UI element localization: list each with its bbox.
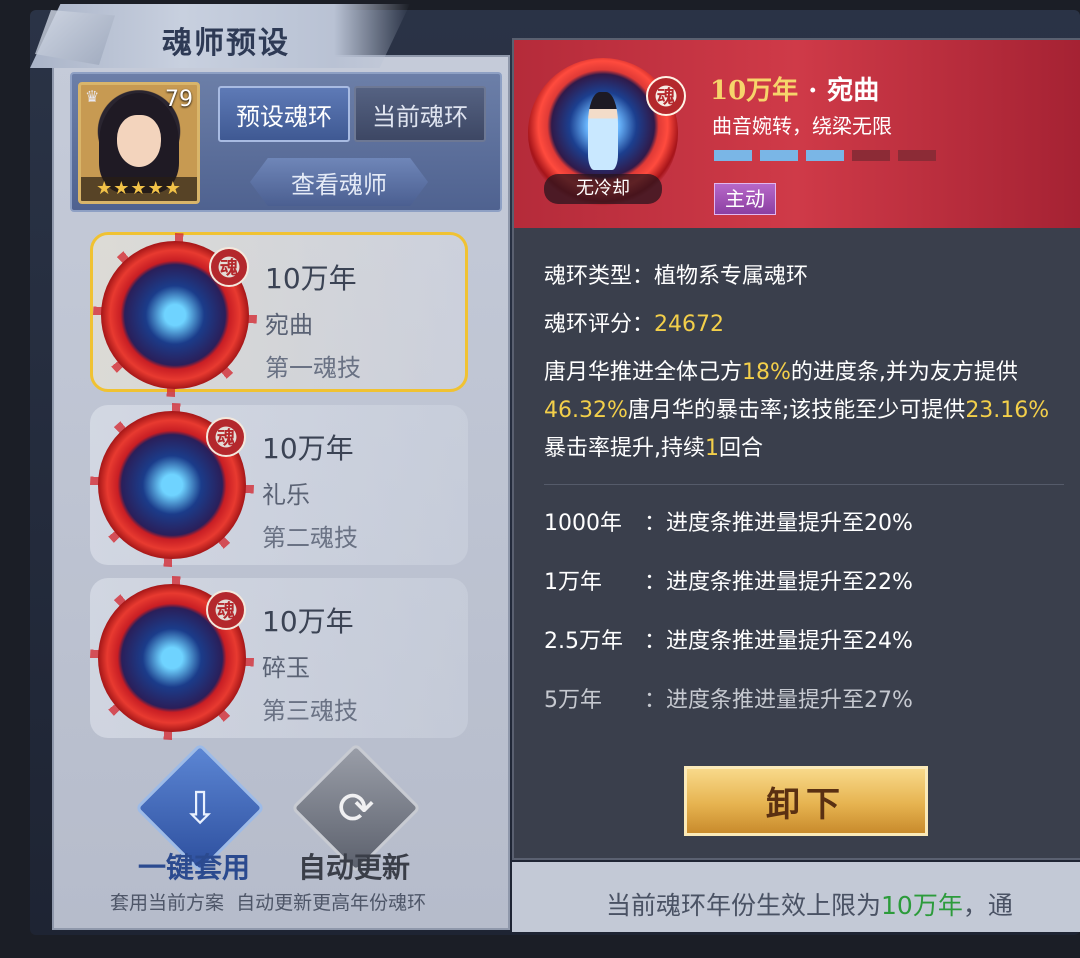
soul-badge-icon: 魂: [209, 247, 249, 287]
ring-year: 10万年: [262, 605, 354, 638]
cooldown-label: 无冷却: [544, 174, 662, 204]
ring-text: 10万年 礼乐 第二魂技: [262, 427, 358, 553]
detail-title: 10万年 · 宛曲: [710, 70, 879, 107]
upgrade-row: 2.5万年 ：进度条推进量提升至24%: [544, 623, 1064, 655]
level-bar-filled: [760, 150, 798, 161]
level-bar-empty: [898, 150, 936, 161]
level-bars: [714, 150, 936, 161]
skill-effect-text: 唐月华推进全体己方18%的进度条,并为友方提供 46.32%唐月华的暴击率;该技能…: [544, 354, 1064, 468]
refresh-hint: 自动更新更高年份魂环: [236, 892, 427, 914]
effect-part-1: 唐月华推进全体己方: [544, 360, 743, 385]
action-hints: 套用当前方案 自动更新更高年份魂环: [110, 888, 530, 915]
divider: [544, 484, 1064, 485]
ring-slot-1[interactable]: 魂 10万年 宛曲 第一魂技: [90, 232, 468, 397]
effect-value-2: 46.32%: [544, 398, 628, 423]
active-skill-tag: 主动: [714, 183, 776, 215]
view-hero-button[interactable]: 查看魂师: [250, 158, 428, 206]
upgrade-year: 1万年: [544, 570, 602, 595]
download-icon: ⇩: [181, 782, 219, 834]
upgrade-row: 1000年 ：进度条推进量提升至20%: [544, 505, 1064, 537]
effect-part-3: 唐月华的暴击率;该技能至少可提供: [627, 398, 966, 423]
ring-skill-slot: 第二魂技: [262, 524, 358, 552]
effect-part-2: 的进度条,并为友方提供: [790, 360, 1018, 385]
upgrade-row: 1万年 ：进度条推进量提升至22%: [544, 564, 1064, 596]
upgrade-year: 2.5万年: [544, 629, 623, 654]
ring-name: 碎玉: [262, 654, 310, 682]
ring-score-row: 魂环评分：24672: [544, 306, 1064, 338]
ring-score-value: 24672: [654, 312, 725, 337]
ring-score-label: 魂环评分：: [544, 312, 655, 337]
refresh-icon: ⟳: [337, 782, 375, 834]
ring-year: 10万年: [265, 262, 357, 295]
scroll-fade: [514, 734, 1080, 754]
upgrade-text: ：进度条推进量提升至22%: [644, 570, 913, 595]
ring-type-value: 植物系专属魂环: [654, 264, 809, 289]
avatar-face: [117, 115, 161, 167]
hero-avatar[interactable]: ♛ 79 ★★★★★: [78, 82, 200, 204]
ring-detail-panel: 魂 无冷却 10万年 · 宛曲 曲音婉转，绕梁无限 主动 魂环类型：植物系专属魂环 …: [512, 38, 1080, 860]
footer-prefix: 当前魂环年份生效上限为: [606, 891, 882, 920]
effect-part-5: 回合: [719, 436, 764, 461]
ring-type-label: 魂环类型：: [544, 264, 655, 289]
ring-year: 10万年: [262, 432, 354, 465]
detail-subtitle: 曲音婉转，绕梁无限: [712, 114, 892, 138]
crown-icon: ♛: [85, 87, 100, 106]
hero-stars: ★★★★★: [81, 177, 197, 201]
title-separator: ·: [808, 76, 818, 106]
level-bar-filled: [806, 150, 844, 161]
ring-skill-slot: 第三魂技: [262, 697, 358, 725]
apply-hint: 套用当前方案: [110, 892, 225, 914]
upgrade-text: ：进度条推进量提升至27%: [644, 688, 913, 713]
panel-title: 魂师预设: [162, 26, 290, 61]
auto-update-label[interactable]: 自动更新: [298, 846, 410, 886]
unload-button[interactable]: 卸下: [684, 766, 928, 836]
upgrade-text: ：进度条推进量提升至20%: [644, 511, 913, 536]
detail-name: 宛曲: [827, 76, 880, 106]
tab-preset-rings[interactable]: 预设魂环: [218, 86, 350, 142]
level-bar-filled: [714, 150, 752, 161]
tab-current-rings[interactable]: 当前魂环: [354, 86, 486, 142]
upgrade-text: ：进度条推进量提升至24%: [644, 629, 913, 654]
soul-badge-icon: 魂: [646, 76, 686, 116]
bottom-actions: ⇩ ⟳ 一键套用 自动更新 套用当前方案 自动更新更高年份魂环: [110, 742, 510, 923]
ring-text: 10万年 碎玉 第三魂技: [262, 600, 358, 726]
character-figure-icon: [588, 92, 618, 170]
hero-level: 79: [165, 87, 193, 112]
detail-header: 魂 无冷却 10万年 · 宛曲 曲音婉转，绕梁无限 主动: [514, 40, 1080, 228]
footer-highlight: 10万年: [881, 891, 963, 920]
soul-badge-icon: 魂: [206, 417, 246, 457]
footer-suffix: ，通: [962, 891, 1013, 920]
level-bar-empty: [852, 150, 890, 161]
apply-all-label[interactable]: 一键套用: [138, 846, 250, 886]
soul-badge-icon: 魂: [206, 590, 246, 630]
detail-year: 10万年: [710, 76, 799, 106]
ring-type-row: 魂环类型：植物系专属魂环: [544, 258, 1064, 290]
footer-notice: 当前魂环年份生效上限为10万年，通: [512, 862, 1080, 932]
upgrade-year: 5万年: [544, 688, 602, 713]
detail-body: 魂环类型：植物系专属魂环 魂环评分：24672 唐月华推进全体己方18%的进度条…: [544, 258, 1064, 741]
ring-slot-3[interactable]: 魂 10万年 碎玉 第三魂技: [90, 576, 468, 740]
ring-name: 宛曲: [265, 311, 313, 339]
effect-value-4: 1: [705, 436, 719, 461]
ring-skill-slot: 第一魂技: [265, 354, 361, 382]
ring-slot-2[interactable]: 魂 10万年 礼乐 第二魂技: [90, 403, 468, 567]
effect-value-3: 23.16%: [965, 398, 1050, 423]
effect-part-4: 暴击率提升,持续: [544, 436, 705, 461]
ring-text: 10万年 宛曲 第一魂技: [265, 257, 361, 383]
effect-value-1: 18%: [742, 360, 791, 385]
upgrade-year: 1000年: [544, 511, 622, 536]
upgrade-row: 5万年 ：进度条推进量提升至27%: [544, 682, 1064, 714]
ring-name: 礼乐: [262, 481, 310, 509]
